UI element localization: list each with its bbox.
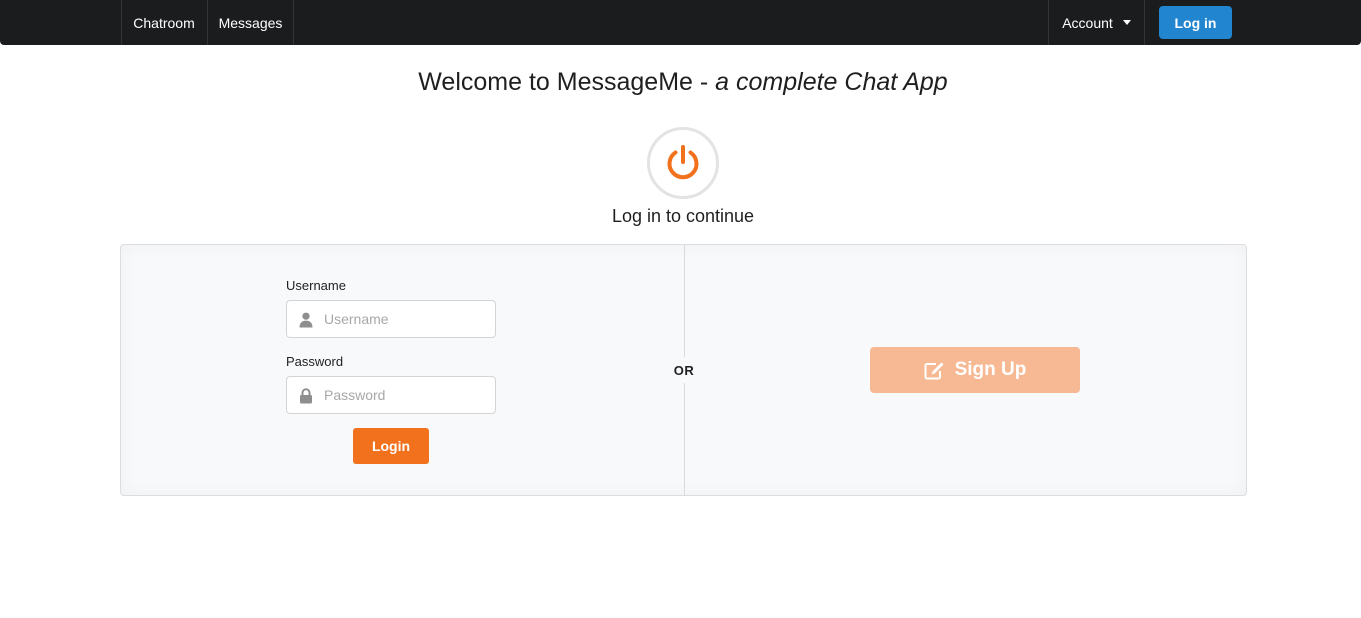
username-field[interactable]	[286, 300, 496, 338]
top-navbar: Chatroom Messages Account Log in	[0, 0, 1361, 45]
password-label: Password	[286, 354, 344, 369]
account-label: Account	[1062, 14, 1113, 31]
auth-segment: OR Username Password Login Sign Up	[120, 244, 1247, 496]
user-icon	[299, 312, 313, 328]
nav-login-button[interactable]: Log in	[1159, 6, 1232, 39]
lock-icon	[300, 388, 312, 404]
nav-separator	[1144, 0, 1145, 45]
login-submit-button[interactable]: Login	[353, 428, 429, 464]
or-divider-label: OR	[659, 357, 709, 383]
power-icon	[667, 145, 699, 180]
username-label: Username	[286, 278, 346, 293]
page-title-tagline: a complete Chat App	[715, 68, 948, 96]
nav-messages-link[interactable]: Messages	[208, 0, 293, 45]
header-icon-circle	[647, 127, 719, 199]
username-input[interactable]	[324, 301, 489, 337]
nav-chatroom-link[interactable]: Chatroom	[121, 0, 207, 45]
password-input[interactable]	[324, 377, 489, 413]
edit-icon	[924, 362, 944, 379]
nav-separator	[293, 0, 294, 45]
signup-button[interactable]: Sign Up	[870, 347, 1080, 393]
page-title-text: Welcome to MessageMe -	[418, 68, 716, 96]
account-dropdown[interactable]: Account	[1049, 0, 1144, 45]
page-title: Welcome to MessageMe - a complete Chat A…	[0, 68, 1361, 97]
login-subtitle: Log in to continue	[611, 206, 755, 226]
password-field[interactable]	[286, 376, 496, 414]
signup-label: Sign Up	[954, 359, 1027, 380]
caret-down-icon	[1122, 20, 1131, 25]
